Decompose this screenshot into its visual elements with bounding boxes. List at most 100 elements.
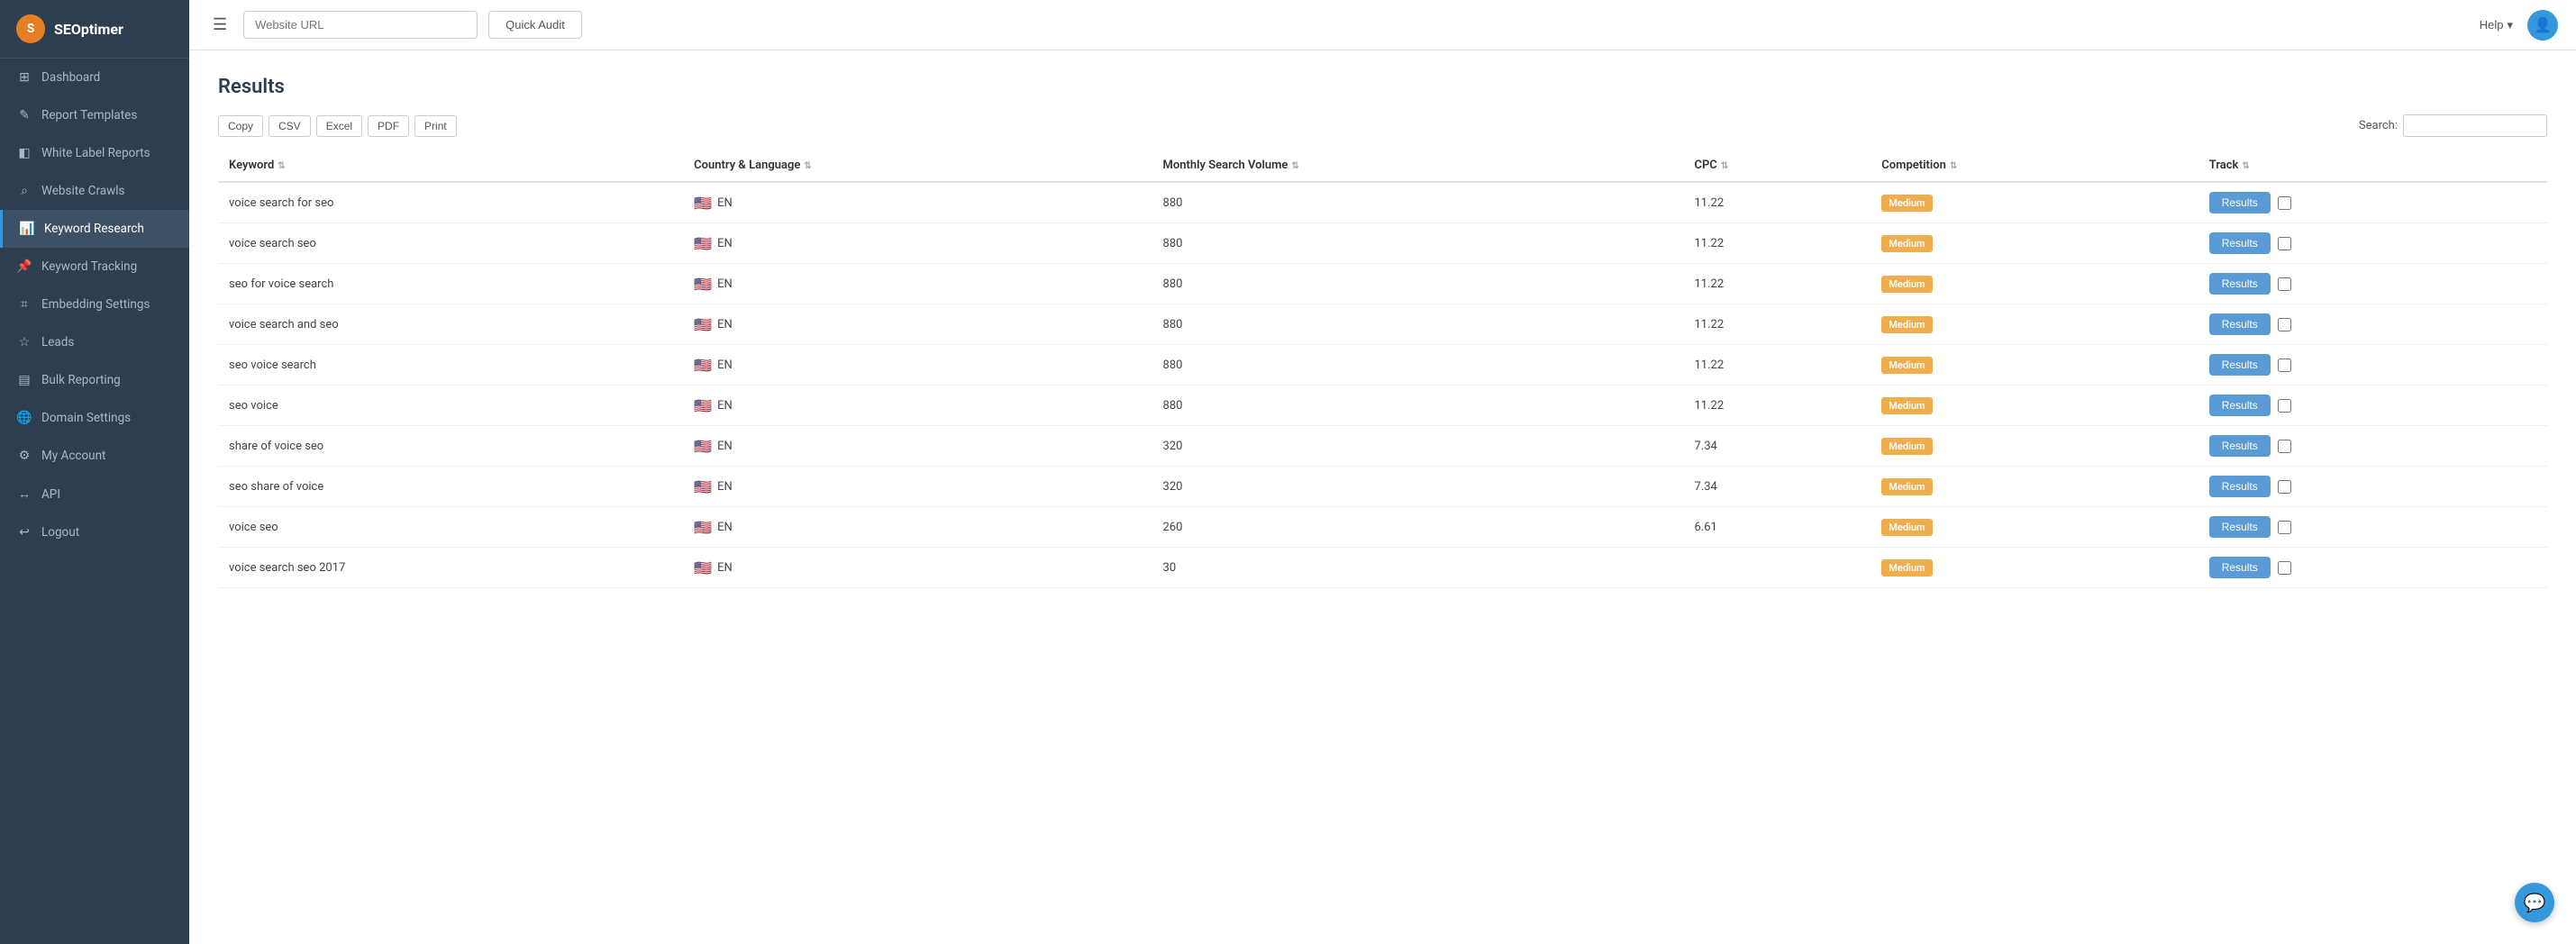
cell-cpc: 11.22 bbox=[1683, 386, 1871, 426]
flag-icon: 🇺🇸 bbox=[694, 235, 712, 252]
competition-badge: Medium bbox=[1881, 559, 1932, 576]
sidebar-icon-domain-settings: 🌐 bbox=[16, 411, 32, 425]
sidebar-item-keyword-research[interactable]: 📊 Keyword Research bbox=[0, 210, 189, 248]
cell-country: 🇺🇸 EN bbox=[683, 548, 1151, 588]
cell-volume: 880 bbox=[1152, 182, 1684, 223]
csv-export-button[interactable]: CSV bbox=[269, 115, 311, 137]
sidebar-item-report-templates[interactable]: ✎ Report Templates bbox=[0, 96, 189, 134]
sidebar-item-keyword-tracking[interactable]: 📌 Keyword Tracking bbox=[0, 248, 189, 286]
track-checkbox[interactable] bbox=[2278, 399, 2291, 413]
cell-keyword: voice search seo bbox=[218, 223, 683, 264]
hamburger-button[interactable]: ☰ bbox=[207, 12, 232, 38]
quick-audit-button[interactable]: Quick Audit bbox=[488, 11, 582, 39]
sidebar-icon-embedding-settings: ⌗ bbox=[16, 297, 32, 312]
sort-icon[interactable]: ⇅ bbox=[804, 161, 811, 171]
track-checkbox[interactable] bbox=[2278, 480, 2291, 494]
url-input[interactable] bbox=[243, 11, 478, 39]
track-checkbox[interactable] bbox=[2278, 561, 2291, 575]
results-button[interactable]: Results bbox=[2209, 516, 2271, 538]
sidebar-label-logout: Logout bbox=[41, 525, 79, 540]
cell-keyword: voice search and seo bbox=[218, 304, 683, 345]
sidebar-item-bulk-reporting[interactable]: ▤ Bulk Reporting bbox=[0, 361, 189, 399]
copy-export-button[interactable]: Copy bbox=[218, 115, 263, 137]
main-area: ☰ Quick Audit Help ▾ 👤 Results Copy CSVEx… bbox=[189, 0, 2576, 944]
cell-competition: Medium bbox=[1871, 507, 2198, 548]
track-checkbox[interactable] bbox=[2278, 237, 2291, 250]
chat-bubble[interactable]: 💬 bbox=[2515, 883, 2554, 922]
sidebar-item-dashboard[interactable]: ⊞ Dashboard bbox=[0, 59, 189, 96]
cell-country: 🇺🇸 EN bbox=[683, 467, 1151, 507]
cell-track: Results bbox=[2198, 548, 2547, 588]
help-button[interactable]: Help ▾ bbox=[2480, 18, 2513, 32]
user-avatar[interactable]: 👤 bbox=[2527, 10, 2558, 41]
cell-competition: Medium bbox=[1871, 426, 2198, 467]
sort-icon[interactable]: ⇅ bbox=[2242, 161, 2249, 171]
flag-icon: 🇺🇸 bbox=[694, 478, 712, 495]
language-code: EN bbox=[717, 480, 733, 494]
cell-track: Results bbox=[2198, 223, 2547, 264]
track-checkbox[interactable] bbox=[2278, 277, 2291, 291]
competition-badge: Medium bbox=[1881, 316, 1932, 333]
results-button[interactable]: Results bbox=[2209, 232, 2271, 254]
sidebar-icon-white-label-reports: ◧ bbox=[16, 146, 32, 160]
cell-keyword: share of voice seo bbox=[218, 426, 683, 467]
track-checkbox[interactable] bbox=[2278, 440, 2291, 453]
col-track: Track⇅ bbox=[2198, 150, 2547, 182]
sidebar-icon-bulk-reporting: ▤ bbox=[16, 373, 32, 387]
cell-cpc: 11.22 bbox=[1683, 345, 1871, 386]
cell-volume: 880 bbox=[1152, 223, 1684, 264]
excel-export-button[interactable]: Excel bbox=[316, 115, 362, 137]
sidebar-icon-website-crawls: ⌕ bbox=[16, 184, 32, 198]
cell-competition: Medium bbox=[1871, 304, 2198, 345]
sidebar-item-embedding-settings[interactable]: ⌗ Embedding Settings bbox=[0, 286, 189, 323]
table-row: share of voice seo 🇺🇸 EN 320 7.34 Medium… bbox=[218, 426, 2547, 467]
results-button[interactable]: Results bbox=[2209, 435, 2271, 457]
sidebar-item-website-crawls[interactable]: ⌕ Website Crawls bbox=[0, 172, 189, 210]
sidebar-item-leads[interactable]: ☆ Leads bbox=[0, 323, 189, 361]
results-button[interactable]: Results bbox=[2209, 395, 2271, 416]
cell-volume: 880 bbox=[1152, 345, 1684, 386]
track-checkbox[interactable] bbox=[2278, 521, 2291, 534]
cell-track: Results bbox=[2198, 345, 2547, 386]
col-monthly-search-volume: Monthly Search Volume⇅ bbox=[1152, 150, 1684, 182]
cell-country: 🇺🇸 EN bbox=[683, 304, 1151, 345]
results-button[interactable]: Results bbox=[2209, 354, 2271, 376]
sidebar-label-my-account: My Account bbox=[41, 449, 105, 463]
sort-icon[interactable]: ⇅ bbox=[278, 161, 285, 171]
sort-icon[interactable]: ⇅ bbox=[1950, 161, 1957, 171]
results-button[interactable]: Results bbox=[2209, 557, 2271, 578]
sidebar-icon-report-templates: ✎ bbox=[16, 108, 32, 123]
track-checkbox[interactable] bbox=[2278, 359, 2291, 372]
sidebar-item-white-label-reports[interactable]: ◧ White Label Reports bbox=[0, 134, 189, 172]
results-button[interactable]: Results bbox=[2209, 313, 2271, 335]
table-row: seo voice 🇺🇸 EN 880 11.22 Medium Results bbox=[218, 386, 2547, 426]
cell-track: Results bbox=[2198, 386, 2547, 426]
results-button[interactable]: Results bbox=[2209, 273, 2271, 295]
results-button[interactable]: Results bbox=[2209, 192, 2271, 213]
results-button[interactable]: Results bbox=[2209, 476, 2271, 497]
sort-icon[interactable]: ⇅ bbox=[1721, 161, 1728, 171]
cell-competition: Medium bbox=[1871, 467, 2198, 507]
sidebar-icon-keyword-research: 📊 bbox=[19, 222, 35, 236]
pdf-export-button[interactable]: PDF bbox=[368, 115, 409, 137]
sidebar-item-domain-settings[interactable]: 🌐 Domain Settings bbox=[0, 399, 189, 437]
print-export-button[interactable]: Print bbox=[414, 115, 457, 137]
sidebar-label-embedding-settings: Embedding Settings bbox=[41, 297, 150, 312]
sidebar-item-my-account[interactable]: ⚙ My Account bbox=[0, 437, 189, 475]
sort-icon[interactable]: ⇅ bbox=[1291, 161, 1298, 171]
track-checkbox[interactable] bbox=[2278, 318, 2291, 331]
sidebar-item-logout[interactable]: ↩ Logout bbox=[0, 513, 189, 551]
competition-badge: Medium bbox=[1881, 438, 1932, 455]
table-row: voice seo 🇺🇸 EN 260 6.61 Medium Results bbox=[218, 507, 2547, 548]
sidebar-label-keyword-tracking: Keyword Tracking bbox=[41, 259, 137, 274]
language-code: EN bbox=[717, 521, 733, 534]
cell-track: Results bbox=[2198, 182, 2547, 223]
search-input[interactable] bbox=[2403, 114, 2547, 137]
table-header: Keyword⇅Country & Language⇅Monthly Searc… bbox=[218, 150, 2547, 182]
cell-cpc: 11.22 bbox=[1683, 264, 1871, 304]
language-code: EN bbox=[717, 277, 733, 291]
sidebar-item-api[interactable]: ↔ API bbox=[0, 475, 189, 513]
sidebar-icon-keyword-tracking: 📌 bbox=[16, 259, 32, 274]
col-keyword: Keyword⇅ bbox=[218, 150, 683, 182]
track-checkbox[interactable] bbox=[2278, 196, 2291, 210]
